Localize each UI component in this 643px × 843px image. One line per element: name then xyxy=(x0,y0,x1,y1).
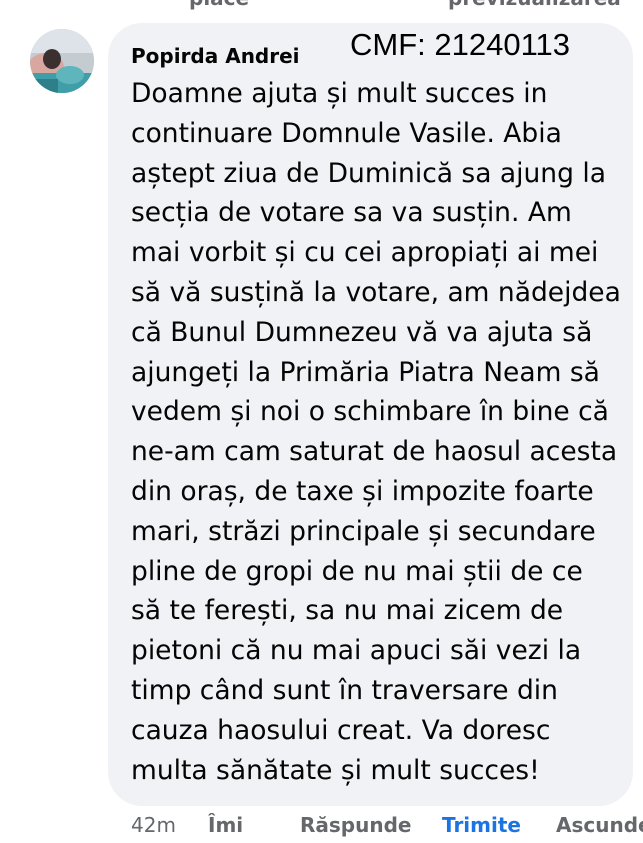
comment-line: multa sănătate și mult succes! xyxy=(131,754,540,786)
comment-line: timp când sunt în traversare din xyxy=(131,674,558,706)
comment-line: mai vorbit și cu cei apropiați ai mei xyxy=(131,237,599,269)
comment-line: continuare Domnule Vasile. Abia xyxy=(131,117,562,149)
like-button[interactable]: Îmi xyxy=(208,813,243,837)
previous-actions-row: place previzualizarea xyxy=(0,0,643,16)
hide-button[interactable]: Ascunde xyxy=(556,813,643,837)
comment-author[interactable]: Popirda Andrei xyxy=(131,44,300,68)
comment-line: ajungeți la Primăria Piatra Neam să xyxy=(131,356,600,388)
comment-line: cauza haosului creat. Va doresc xyxy=(131,714,551,746)
comment-line: că Bunul Dumnezeu vă va ajuta să xyxy=(131,316,593,348)
previous-preview-link[interactable]: previzualizarea xyxy=(448,0,621,10)
avatar-photo-icon xyxy=(30,29,94,93)
comment-line: Doamne ajuta și mult succes in xyxy=(131,78,548,109)
comment-line: să vă susțină la votare, am nădejdea xyxy=(131,276,621,308)
comment-text: Doamne ajuta și mult succes in continuar… xyxy=(131,74,621,790)
comment-actions: 42m Îmi Răspunde Trimite Ascunde xyxy=(0,813,643,843)
cmf-stamp: CMF: 21240113 xyxy=(350,27,570,62)
comment-line: aștept ziua de Duminică sa ajung la xyxy=(131,157,606,189)
avatar[interactable] xyxy=(30,29,94,93)
comment-line: să te ferești, sa nu mai zicem de xyxy=(131,595,564,627)
previous-action-link[interactable]: place xyxy=(189,0,249,10)
comment-line: din oraș, de taxe și impozite foarte xyxy=(131,475,594,507)
comment-line: vedem și noi o schimbare în bine că xyxy=(131,396,609,428)
send-button[interactable]: Trimite xyxy=(442,813,521,837)
comment-line: pline de gropi de nu mai știi de ce xyxy=(131,555,583,587)
comment-line: pietoni că nu mai apuci săi vezi la xyxy=(131,635,582,667)
comment-line: mari, străzi principale și secundare xyxy=(131,515,596,547)
comment-line: secția de votare sa va susțin. Am xyxy=(131,197,572,229)
reply-button[interactable]: Răspunde xyxy=(300,813,411,837)
comment-line: ne-am cam saturat de haosul acesta xyxy=(131,436,618,468)
comment-timestamp[interactable]: 42m xyxy=(131,813,176,837)
